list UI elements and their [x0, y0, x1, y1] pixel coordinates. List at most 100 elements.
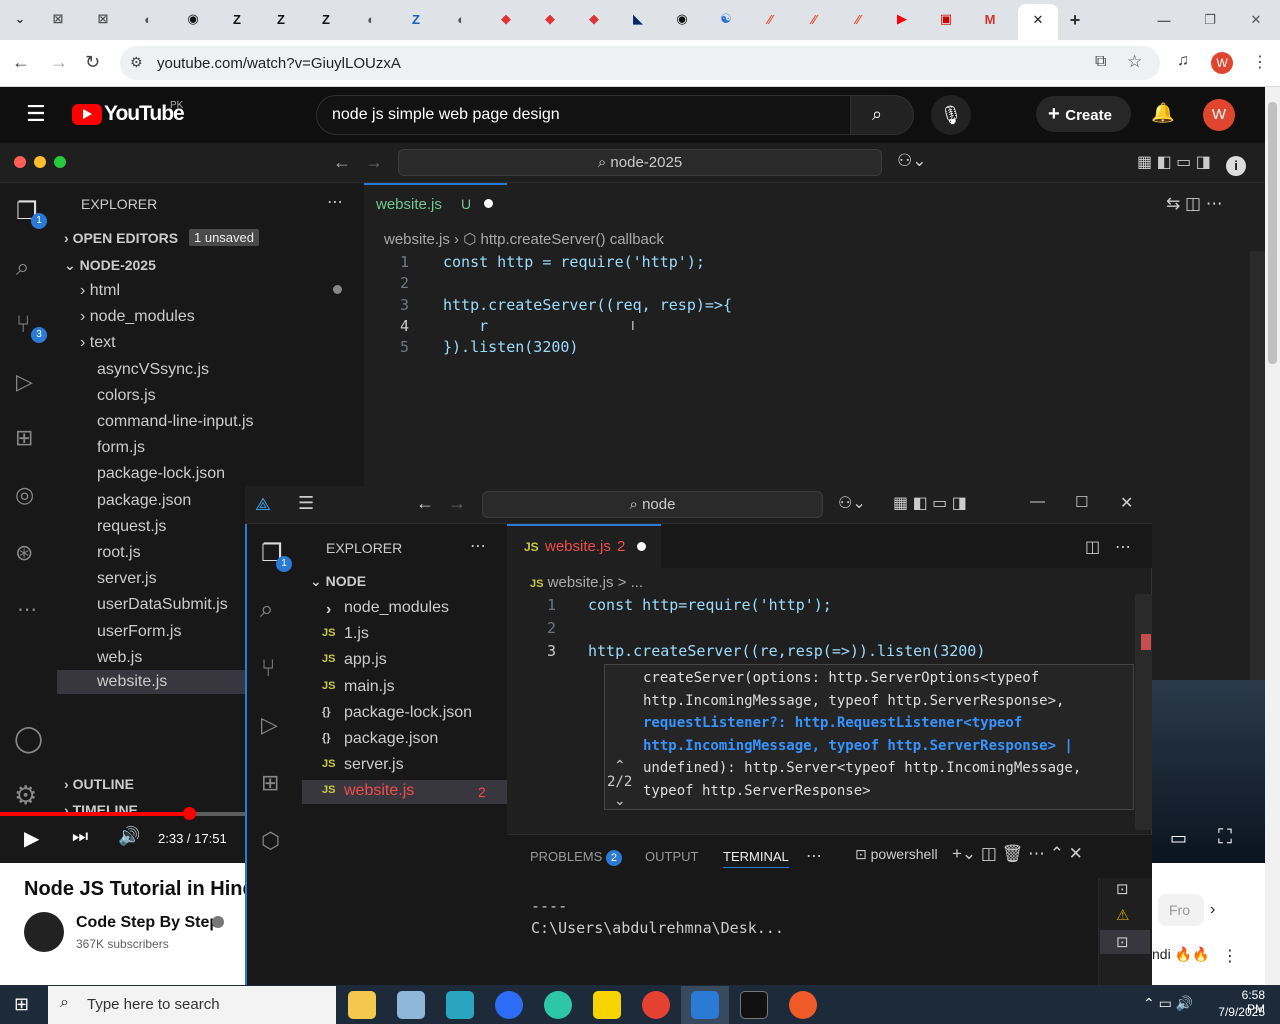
tab-favicon[interactable]: ⊠	[92, 8, 114, 30]
tab-favicon[interactable]: Z	[270, 8, 292, 30]
tab-favicon[interactable]: Z	[226, 8, 248, 30]
site-info-icon[interactable]: ⚙	[130, 54, 143, 71]
tree-file[interactable]: colors.js	[97, 387, 156, 405]
back-icon[interactable]: ←	[12, 52, 30, 73]
play-icon[interactable]: ▶	[24, 826, 39, 851]
tab-favicon[interactable]: M	[979, 8, 1001, 30]
tree-file[interactable]: package-lock.json	[97, 465, 225, 483]
close-window-icon[interactable]: ✕	[1245, 9, 1267, 31]
chip-filter[interactable]: Fro	[1158, 894, 1204, 926]
terminal-taskbar-icon[interactable]	[740, 991, 768, 1019]
nav-back-icon[interactable]: ←	[333, 152, 351, 173]
close-window-icon[interactable]: ✕	[1120, 493, 1133, 513]
tab-problems[interactable]: PROBLEMS 2	[530, 849, 622, 866]
tree-folder[interactable]: › text	[80, 334, 116, 352]
zoom-icon[interactable]	[495, 991, 523, 1019]
page-scrollbar[interactable]	[1265, 87, 1280, 985]
tree-file[interactable]: server.js	[97, 570, 157, 588]
code-line[interactable]: }).listen(3200)	[443, 338, 578, 356]
hint-down-icon[interactable]: ⌄	[614, 792, 626, 809]
extensions-icon[interactable]: ⊞	[261, 770, 279, 796]
menu-icon[interactable]: ⋮	[1252, 52, 1268, 72]
editor-scrollbar[interactable]	[1250, 251, 1265, 681]
restore-icon[interactable]: ❐	[1199, 9, 1221, 31]
next-icon[interactable]: ⏭	[72, 826, 88, 847]
extensions-icon[interactable]: ⊞	[15, 425, 33, 451]
tab-favicon[interactable]: ◆	[495, 8, 517, 30]
bookmark-star-icon[interactable]: ☆	[1127, 52, 1142, 72]
close-tab-icon[interactable]: ✕	[1027, 9, 1049, 31]
chrome-icon[interactable]	[642, 991, 670, 1019]
clock-date[interactable]: 7/9/2025	[1215, 1005, 1265, 1019]
youtube-search-input[interactable]: node js simple web page design	[316, 95, 851, 135]
media-icon[interactable]: ♫	[1177, 52, 1189, 70]
tab-favicon[interactable]: ◆	[583, 8, 605, 30]
new-tab-icon[interactable]: +	[1064, 9, 1086, 31]
breadcrumb[interactable]: website.js › ⬡ http.createServer() callb…	[384, 230, 664, 248]
video-scrubber[interactable]	[183, 807, 196, 820]
explorer-more-icon[interactable]: ⋯	[327, 192, 343, 212]
tab-favicon[interactable]: ☯	[715, 8, 737, 30]
more-actions-icon[interactable]: ⋮	[1222, 946, 1238, 966]
tree-folder[interactable]: › node_modules	[80, 308, 195, 326]
tree-file[interactable]: package-lock.json	[344, 704, 472, 722]
copilot-icon[interactable]: ⚇⌄	[897, 151, 926, 171]
code-line[interactable]: http.createServer((re,resp(=>)).listen(3…	[588, 642, 985, 660]
channel-avatar[interactable]	[24, 912, 64, 952]
tree-file[interactable]: userDataSubmit.js	[97, 596, 228, 614]
install-icon[interactable]: ⧉	[1095, 53, 1106, 71]
tab-favicon[interactable]: ◐	[360, 8, 382, 30]
warning-icon[interactable]: ⚠	[1116, 906, 1129, 924]
terminal-instance-icon[interactable]: ⊡	[1116, 880, 1129, 898]
tray-icons[interactable]: ⌃ ▭ 🔊	[1143, 995, 1193, 1012]
start-windows-icon[interactable]: ⊞	[14, 994, 29, 1015]
app-icon[interactable]	[397, 991, 425, 1019]
fullscreen-icon[interactable]: ⛶	[1218, 826, 1232, 849]
minimize-icon[interactable]: —	[1153, 9, 1175, 31]
reload-icon[interactable]: ↻	[85, 52, 100, 73]
source-control-icon[interactable]: ⑂	[261, 655, 275, 683]
open-editors-section[interactable]: › OPEN EDITORS	[64, 230, 178, 246]
url-text[interactable]: youtube.com/watch?v=GiuylLOUzxA	[157, 55, 401, 72]
editor-actions-icons[interactable]: ⇆ ◫ ⋯	[1166, 194, 1223, 214]
menu-hamburger-icon[interactable]: ☰	[298, 493, 314, 514]
app-icon[interactable]	[789, 991, 817, 1019]
tab-favicon[interactable]: Z	[315, 8, 337, 30]
tree-file[interactable]: web.js	[97, 649, 142, 667]
git-graph-icon[interactable]: ◎	[15, 482, 34, 508]
split-editor-icon[interactable]: ◫	[1085, 537, 1100, 557]
tree-file[interactable]: root.js	[97, 544, 141, 562]
outline-section[interactable]: › OUTLINE	[64, 776, 134, 792]
maximize-icon[interactable]: ☐	[1075, 493, 1088, 511]
tab-favicon[interactable]: ▶	[891, 8, 913, 30]
side-video-title[interactable]: ndi 🔥🔥	[1152, 946, 1209, 963]
nav-forward-icon[interactable]: →	[448, 493, 466, 514]
code-line[interactable]: const http=require('http');	[588, 596, 832, 614]
search-icon[interactable]: ⌕	[260, 596, 273, 624]
tab-output[interactable]: OUTPUT	[645, 849, 698, 864]
mic-icon[interactable]: 🎙	[931, 95, 971, 135]
editor-more-icon[interactable]: ⋯	[1115, 537, 1131, 557]
unsaved-dot[interactable]	[637, 542, 646, 551]
tab-favicon[interactable]: ▣	[935, 8, 957, 30]
command-center[interactable]: ⌕ node-2025	[398, 149, 882, 176]
tree-file[interactable]: userForm.js	[97, 623, 181, 641]
code-line[interactable]: const http = require('http');	[443, 253, 705, 271]
command-center[interactable]: ⌕ node	[482, 491, 823, 518]
breadcrumb[interactable]: JS website.js > ...	[530, 574, 643, 591]
theater-icon[interactable]: ▭	[1170, 828, 1187, 849]
nav-forward-icon[interactable]: →	[365, 152, 383, 173]
nav-back-icon[interactable]: ←	[416, 493, 434, 514]
terminal-selected[interactable]: ⊡	[1100, 930, 1150, 954]
explorer-more-icon[interactable]: ⋯	[470, 536, 486, 556]
tab-favicon[interactable]: ⁄⁄	[759, 8, 781, 30]
tree-file[interactable]: package.json	[344, 730, 438, 748]
account-icon[interactable]: ◯	[14, 723, 43, 754]
tree-file[interactable]: package.json	[97, 492, 191, 510]
tab-favicon[interactable]: ◆	[539, 8, 561, 30]
minimize-icon[interactable]: —	[1030, 493, 1045, 510]
code-line[interactable]: http.createServer((req, resp)=>{	[443, 296, 732, 314]
remote-icon[interactable]: ⊛	[15, 540, 33, 566]
tab-favicon[interactable]: ⁄⁄	[803, 8, 825, 30]
panel-more-icon[interactable]: ⋯	[806, 846, 822, 866]
